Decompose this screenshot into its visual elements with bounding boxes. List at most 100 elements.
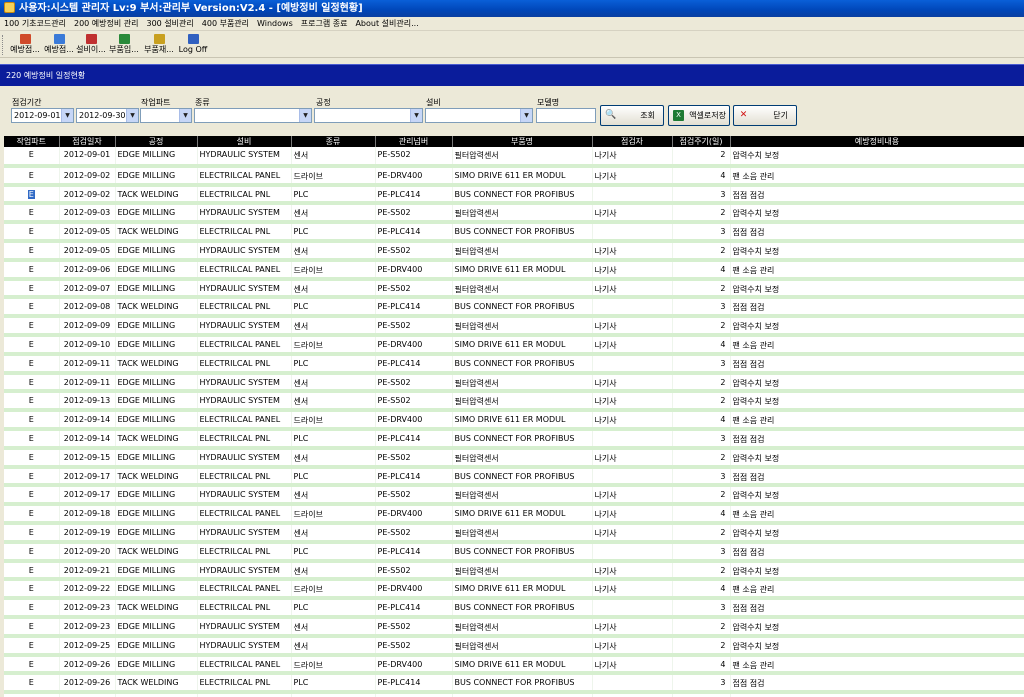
- table-cell[interactable]: 센서: [291, 240, 376, 262]
- table-cell[interactable]: E: [4, 410, 60, 431]
- table-cell[interactable]: 나기사: [592, 165, 673, 187]
- table-cell[interactable]: 필터압력센서: [452, 278, 593, 300]
- table-cell[interactable]: 2012-09-20: [59, 541, 116, 563]
- table-row[interactable]: E 2012-09-03 EDGE MILLING HYDRAULIC SYSTEM 센…: [4, 203, 1024, 225]
- table-cell[interactable]: E: [4, 579, 60, 601]
- table-cell[interactable]: 나기사: [592, 692, 673, 697]
- table-cell[interactable]: 2: [672, 447, 731, 469]
- table-cell[interactable]: 접점 점검: [730, 541, 1024, 563]
- table-cell[interactable]: [592, 297, 673, 319]
- table-cell[interactable]: EDGE MILLING: [115, 447, 198, 469]
- chevron-down-icon[interactable]: ▼: [299, 109, 311, 122]
- table-cell[interactable]: PE-S502: [375, 372, 453, 394]
- table-cell[interactable]: 압력수치 보정: [730, 240, 1024, 262]
- table-cell[interactable]: 나기사: [592, 278, 673, 300]
- table-cell[interactable]: 4: [672, 259, 731, 281]
- table-cell[interactable]: BUS CONNECT FOR PROFIBUS: [452, 222, 593, 243]
- model-input[interactable]: [536, 108, 596, 123]
- table-row[interactable]: E 2012-09-07 EDGE MILLING HYDRAULIC SYSTEM 센…: [4, 278, 1024, 300]
- table-cell[interactable]: EDGE MILLING: [115, 240, 198, 262]
- table-cell[interactable]: EDGE MILLING: [115, 579, 198, 601]
- table-cell[interactable]: 필터압력센서: [452, 522, 593, 544]
- table-cell[interactable]: 팬 소음 관리: [730, 579, 1024, 601]
- table-cell[interactable]: TACK WELDING: [115, 184, 198, 206]
- table-cell[interactable]: 팬 소음 관리: [730, 165, 1024, 187]
- table-cell[interactable]: 3: [672, 297, 731, 319]
- toolbar-grip[interactable]: [2, 35, 5, 55]
- table-cell[interactable]: EDGE MILLING: [115, 410, 198, 431]
- table-cell[interactable]: 나기사: [592, 522, 673, 544]
- table-cell[interactable]: 2012-09-27: [59, 692, 116, 697]
- table-cell[interactable]: 3: [672, 598, 731, 619]
- table-cell[interactable]: PE-PLC414: [375, 222, 453, 243]
- table-cell[interactable]: 2012-09-11: [59, 372, 116, 394]
- table-row[interactable]: E 2012-09-01 EDGE MILLING HYDRAULIC SYSTEM 센…: [4, 147, 1024, 168]
- table-cell[interactable]: 2: [672, 560, 731, 582]
- table-cell[interactable]: 나기사: [592, 635, 673, 657]
- table-cell[interactable]: EDGE MILLING: [115, 259, 198, 281]
- table-row[interactable]: E 2012-09-08 TACK WELDING ELECTRILCAL PNL PL…: [4, 297, 1024, 319]
- table-cell[interactable]: PLC: [291, 297, 376, 319]
- table-cell[interactable]: E: [4, 447, 60, 469]
- table-cell[interactable]: E: [4, 692, 60, 697]
- table-cell[interactable]: 나기사: [592, 203, 673, 225]
- table-cell[interactable]: 2012-09-08: [59, 297, 116, 319]
- table-cell[interactable]: 접점 점검: [730, 428, 1024, 450]
- table-cell[interactable]: 센서: [291, 635, 376, 657]
- menu-item-windows[interactable]: Windows: [253, 17, 297, 31]
- table-cell[interactable]: E: [4, 259, 60, 281]
- table-cell[interactable]: 2012-09-01: [59, 147, 116, 168]
- table-cell[interactable]: E: [4, 616, 60, 638]
- table-cell[interactable]: E: [4, 372, 60, 394]
- table-cell[interactable]: PE-S502: [375, 391, 453, 413]
- table-cell[interactable]: 나기사: [592, 560, 673, 582]
- table-cell[interactable]: 필터압력센서: [452, 560, 593, 582]
- table-row[interactable]: E 2012-09-11 TACK WELDING ELECTRILCAL PNL PL…: [4, 353, 1024, 375]
- table-cell[interactable]: HYDRAULIC SYSTEM: [197, 391, 292, 413]
- table-cell[interactable]: ELECTRILCAL PANEL: [197, 259, 292, 281]
- table-row[interactable]: E 2012-09-06 EDGE MILLING ELECTRILCAL PANEL…: [4, 259, 1024, 281]
- table-cell[interactable]: 나기사: [592, 316, 673, 337]
- table-row[interactable]: E 2012-09-23 EDGE MILLING HYDRAULIC SYSTEM 센…: [4, 616, 1024, 638]
- table-cell[interactable]: 드라이브: [291, 334, 376, 356]
- table-cell[interactable]: 압력수치 보정: [730, 616, 1024, 638]
- table-cell[interactable]: 2012-09-18: [59, 504, 116, 525]
- table-cell[interactable]: PE-DRV400: [375, 504, 453, 525]
- table-cell[interactable]: SIMO DRIVE 611 ER MODUL: [452, 165, 593, 187]
- table-cell[interactable]: 센서: [291, 372, 376, 394]
- table-cell[interactable]: EDGE MILLING: [115, 316, 198, 337]
- table-cell[interactable]: EDGE MILLING: [115, 334, 198, 356]
- table-cell[interactable]: 2012-09-23: [59, 598, 116, 619]
- table-cell[interactable]: E: [4, 184, 60, 206]
- table-cell[interactable]: BUS CONNECT FOR PROFIBUS: [452, 673, 593, 695]
- table-cell[interactable]: 2: [672, 485, 731, 507]
- table-cell[interactable]: 2012-09-23: [59, 616, 116, 638]
- table-cell[interactable]: 압력수치 보정: [730, 635, 1024, 657]
- table-cell[interactable]: 4: [672, 410, 731, 431]
- table-cell[interactable]: 팬 소음 관리: [730, 334, 1024, 356]
- toolbar-button-logoff[interactable]: Log Off: [178, 33, 208, 57]
- table-cell[interactable]: 나기사: [592, 259, 673, 281]
- table-cell[interactable]: 2012-09-11: [59, 353, 116, 375]
- table-cell[interactable]: 필터압력센서: [452, 372, 593, 394]
- table-cell[interactable]: 접점 점검: [730, 673, 1024, 695]
- table-cell[interactable]: TACK WELDING: [115, 598, 198, 619]
- table-cell[interactable]: 2012-09-09: [59, 316, 116, 337]
- table-cell[interactable]: EDGE MILLING: [115, 692, 198, 697]
- table-cell[interactable]: HYDRAULIC SYSTEM: [197, 147, 292, 168]
- table-cell[interactable]: EDGE MILLING: [115, 504, 198, 525]
- table-cell[interactable]: HYDRAULIC SYSTEM: [197, 316, 292, 337]
- table-cell[interactable]: 3: [672, 428, 731, 450]
- table-cell[interactable]: SIMO DRIVE 611 ER MODUL: [452, 410, 593, 431]
- table-cell[interactable]: TACK WELDING: [115, 428, 198, 450]
- chevron-down-icon[interactable]: ▼: [179, 109, 191, 122]
- table-cell[interactable]: SIMO DRIVE 611 ER MODUL: [452, 259, 593, 281]
- excel-save-button[interactable]: X 액셀로저장: [668, 105, 730, 126]
- table-cell[interactable]: PE-S502: [375, 635, 453, 657]
- table-cell[interactable]: 2: [672, 635, 731, 657]
- table-cell[interactable]: PLC: [291, 466, 376, 488]
- table-cell[interactable]: ELECTRILCAL PNL: [197, 541, 292, 563]
- table-cell[interactable]: E: [4, 466, 60, 488]
- table-cell[interactable]: 3: [672, 673, 731, 695]
- table-cell[interactable]: PE-PLC414: [375, 353, 453, 375]
